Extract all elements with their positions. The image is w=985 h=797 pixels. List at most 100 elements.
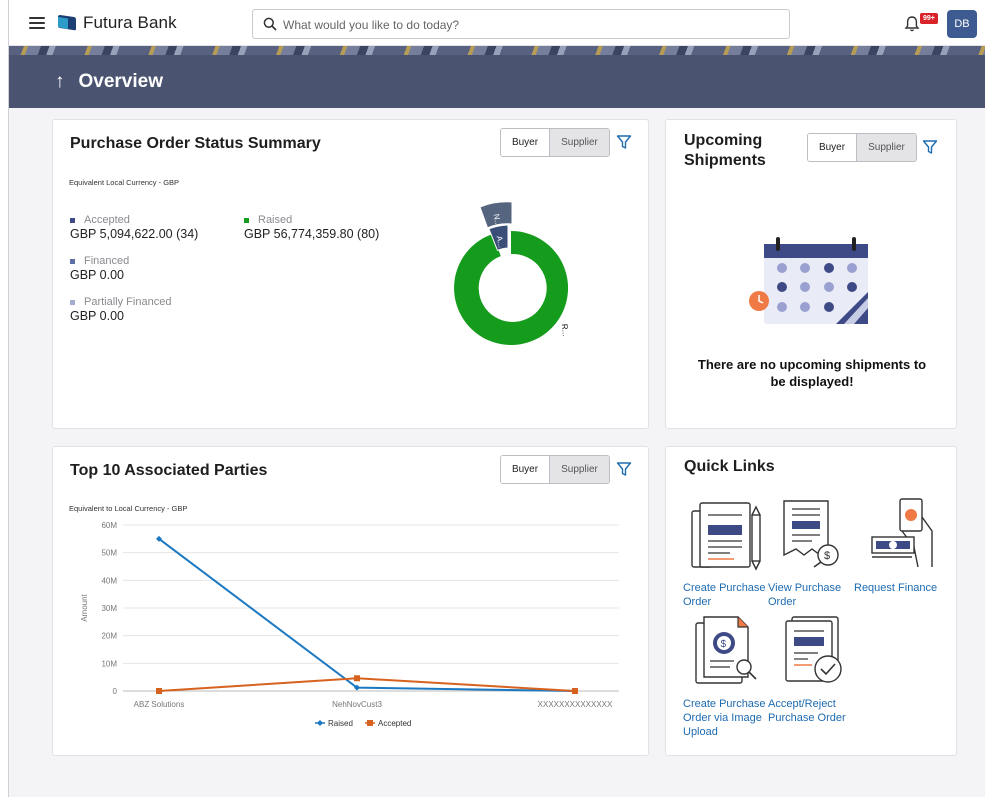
quick-link-create-po-image-upload[interactable]: Create Purchase Order via Image Upload — [683, 697, 766, 739]
y-tick-label: 40M — [101, 576, 117, 585]
x-tick-label: ABZ Solutions — [134, 700, 185, 709]
top-associated-parties-card: Top 10 Associated Parties Buyer Supplier… — [52, 446, 649, 756]
data-point-accepted[interactable] — [354, 675, 360, 682]
top-header: Futura Bank 99+ DB — [9, 0, 985, 46]
card-title-line: Shipments — [684, 152, 766, 169]
back-arrow-icon[interactable]: ↑ — [55, 71, 65, 92]
accept-reject-po-icon[interactable] — [778, 613, 850, 687]
po-status-summary-card: Purchase Order Status Summary Buyer Supp… — [52, 119, 649, 429]
supplier-toggle-button[interactable]: Supplier — [549, 129, 609, 156]
legend-accepted: Accepted GBP 5,094,622.00 (34) — [70, 214, 198, 241]
filter-icon[interactable] — [922, 139, 938, 155]
filter-icon[interactable] — [616, 461, 632, 477]
donut-slice-raised[interactable] — [454, 230, 569, 345]
request-finance-icon[interactable] — [866, 497, 938, 569]
page-title: ↑ Overview — [55, 71, 163, 93]
x-tick-label: XXXXXXXXXXXXXX — [538, 700, 613, 709]
search-icon — [263, 17, 277, 31]
card-title: Upcoming Shipments — [684, 131, 766, 171]
buyer-toggle-button[interactable]: Buyer — [501, 456, 549, 483]
buyer-supplier-toggle: Buyer Supplier — [807, 133, 917, 162]
data-point-accepted[interactable] — [572, 688, 578, 694]
legend-raised: Raised GBP 56,774,359.80 (80) — [244, 214, 379, 241]
app-frame: Futura Bank 99+ DB ↑ Overview Purchase Or… — [8, 0, 985, 797]
buyer-supplier-toggle: Buyer Supplier — [500, 128, 610, 157]
legend-swatch — [70, 299, 75, 305]
empty-message-line: There are no upcoming shipments to — [697, 357, 927, 372]
legend-value: GBP 0.00 — [70, 268, 124, 282]
banner-decoration — [9, 46, 985, 55]
supplier-toggle-button[interactable]: Supplier — [549, 456, 609, 483]
legend-label: Partially Financed — [84, 296, 172, 308]
legend-swatch — [70, 258, 75, 264]
supplier-toggle-button[interactable]: Supplier — [856, 134, 916, 161]
series-line-raised[interactable] — [158, 538, 576, 692]
legend-swatch — [244, 217, 249, 223]
empty-shipments-message: There are no upcoming shipments to be di… — [666, 356, 958, 390]
y-tick-label: 30M — [101, 604, 117, 613]
legend-swatch — [70, 217, 75, 223]
quick-link-create-po[interactable]: Create Purchase Order — [683, 581, 766, 609]
buyer-supplier-toggle: Buyer Supplier — [500, 455, 610, 484]
quick-link-line: Purchase Order — [768, 712, 846, 724]
menu-icon[interactable] — [29, 17, 45, 29]
quick-link-line: Create Purchase — [683, 698, 766, 710]
quick-link-line: View Purchase — [768, 582, 842, 594]
legend-financed: Financed GBP 0.00 — [70, 255, 129, 282]
brand-name[interactable]: Futura Bank — [83, 13, 177, 33]
card-title: Quick Links — [684, 458, 775, 475]
legend-marker — [367, 720, 373, 726]
currency-note: Equivalent to Local Currency - GBP — [69, 504, 188, 513]
quick-link-line: Order — [683, 596, 712, 608]
quick-link-line: Accept/Reject — [768, 698, 836, 710]
calendar-illustration-icon — [749, 237, 868, 324]
quick-link-view-po[interactable]: View Purchase Order — [768, 581, 841, 609]
quick-link-line: Order via Image — [683, 712, 762, 724]
legend-label: Financed — [84, 255, 130, 267]
create-purchase-order-icon[interactable] — [690, 499, 766, 571]
card-title-line: Upcoming — [684, 132, 763, 149]
top-parties-line-chart: 0 10M 20M 30M 40M 50M 60M Amount ABZ Solutions Ne… — [80, 521, 619, 728]
x-tick-label: NehNovCust3 — [332, 700, 382, 709]
user-avatar[interactable]: DB — [947, 10, 977, 38]
legend-label: Accepted — [84, 214, 130, 226]
quick-link-accept-reject-po[interactable]: Accept/Reject Purchase Order — [768, 697, 846, 725]
view-purchase-order-icon[interactable]: $ — [778, 497, 848, 569]
legend-value: GBP 0.00 — [70, 309, 124, 323]
notification-bell-icon[interactable] — [904, 15, 920, 33]
card-title: Top 10 Associated Parties — [70, 462, 268, 479]
legend-marker — [317, 720, 323, 726]
legend-value: GBP 56,774,359.80 (80) — [244, 227, 380, 241]
y-tick-label: 60M — [101, 521, 117, 530]
search-input[interactable] — [283, 15, 773, 35]
currency-note: Equivalent Local Currency - GBP — [69, 178, 180, 187]
quick-link-line: Request Finance — [854, 582, 938, 594]
page-title-text: Overview — [78, 71, 164, 92]
buyer-toggle-button[interactable]: Buyer — [501, 129, 549, 156]
buyer-toggle-button[interactable]: Buyer — [808, 134, 856, 161]
y-axis-label: Amount — [80, 593, 89, 621]
svg-text:$: $ — [824, 550, 830, 562]
legend-label: Raised — [258, 214, 293, 226]
filter-icon[interactable] — [616, 134, 632, 150]
card-title: Purchase Order Status Summary — [70, 135, 321, 152]
y-tick-label: 20M — [101, 632, 117, 641]
quick-link-request-finance[interactable]: Request Finance — [854, 581, 937, 595]
create-po-image-upload-icon[interactable]: $ — [694, 613, 766, 687]
search-bar[interactable] — [252, 9, 790, 39]
quick-link-line: Create Purchase — [683, 582, 766, 594]
data-point-accepted[interactable] — [156, 688, 162, 694]
po-status-donut-chart: N... A... R... — [454, 201, 570, 345]
notification-count-badge: 99+ — [920, 13, 938, 24]
page-banner: ↑ Overview — [9, 46, 985, 108]
legend-label: Accepted — [378, 719, 411, 728]
svg-text:$: $ — [721, 639, 727, 650]
legend-label: Raised — [328, 719, 353, 728]
quick-link-line: Upload — [683, 726, 718, 738]
quick-links-card: Quick Links $ $ Create Purchase Order Vi… — [665, 446, 957, 756]
legend-value: GBP 5,094,622.00 (34) — [70, 227, 199, 241]
y-tick-label: 0 — [113, 687, 118, 696]
donut-label-raised: R... — [560, 324, 570, 337]
bank-logo-icon — [58, 15, 76, 31]
legend-partially-financed: Partially Financed GBP 0.00 — [70, 296, 171, 323]
